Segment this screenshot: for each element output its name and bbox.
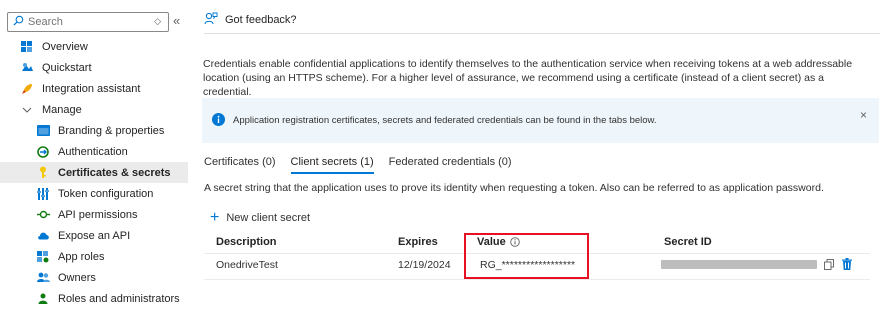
column-header-secret-id[interactable]: Secret ID <box>664 236 712 248</box>
credentials-description: Credentials enable confidential applicat… <box>203 58 853 98</box>
cell-expires: 12/19/2024 <box>398 259 451 271</box>
search-icon <box>13 15 24 29</box>
copy-icon[interactable] <box>824 259 834 273</box>
sidebar-search-box[interactable]: ◇ <box>7 12 169 32</box>
sidebar-item-label: Token configuration <box>58 187 154 200</box>
token-icon <box>36 187 50 201</box>
main-content: Got feedback? Credentials enable confide… <box>188 0 882 312</box>
feedback-label: Got feedback? <box>225 14 297 26</box>
annotation-highlight-box <box>464 233 589 279</box>
sidebar-item-label: Expose an API <box>58 229 131 242</box>
redacted-secret-id <box>661 260 817 269</box>
column-header-description[interactable]: Description <box>216 236 277 248</box>
header-divider <box>204 33 880 34</box>
sidebar-item-label: App roles <box>58 250 105 263</box>
info-banner-text: Application registration certificates, s… <box>233 115 657 126</box>
credential-tabs: Certificates (0) Client secrets (1) Fede… <box>204 156 527 174</box>
sidebar-item-owners[interactable]: Owners <box>0 267 188 288</box>
sidebar-item-authentication[interactable]: Authentication <box>0 141 188 162</box>
cell-description: OnedriveTest <box>216 259 278 271</box>
new-client-secret-button[interactable]: + New client secret <box>210 209 311 226</box>
collapse-sidebar-button[interactable]: « <box>173 14 180 28</box>
app-roles-icon <box>36 250 50 264</box>
sidebar-item-overview[interactable]: Overview <box>0 36 188 57</box>
branding-icon <box>36 124 50 138</box>
sidebar-item-label: API permissions <box>58 208 138 221</box>
owners-icon <box>36 271 50 285</box>
tab-certificates[interactable]: Certificates (0) <box>204 156 276 174</box>
info-icon <box>212 112 225 129</box>
sidebar: ◇ « Overview Quickstart Integration assi… <box>0 0 188 312</box>
search-input[interactable] <box>28 16 148 28</box>
sidebar-item-integration-assistant[interactable]: Integration assistant <box>0 78 188 99</box>
sidebar-item-certificates-secrets[interactable]: Certificates & secrets <box>0 162 188 183</box>
sidebar-item-api-permissions[interactable]: API permissions <box>0 204 188 225</box>
sidebar-item-label: Authentication <box>58 145 128 158</box>
sidebar-item-label: Integration assistant <box>42 82 141 95</box>
sidebar-item-expose-an-api[interactable]: Expose an API <box>0 225 188 246</box>
sidebar-item-label: Branding & properties <box>58 124 165 137</box>
sidebar-item-token-configuration[interactable]: Token configuration <box>0 183 188 204</box>
plus-icon: + <box>210 209 220 226</box>
sidebar-item-branding[interactable]: Branding & properties <box>0 120 188 141</box>
authentication-icon <box>36 145 50 159</box>
sidebar-item-label: Manage <box>42 103 82 116</box>
tab-client-secrets[interactable]: Client secrets (1) <box>290 156 374 174</box>
feedback-link[interactable]: Got feedback? <box>204 12 297 28</box>
sidebar-item-roles-administrators[interactable]: Roles and administrators <box>0 288 188 309</box>
tab-federated-credentials[interactable]: Federated credentials (0) <box>389 156 512 174</box>
sidebar-item-label: Quickstart <box>42 61 92 74</box>
delete-icon[interactable] <box>842 258 852 273</box>
column-header-expires[interactable]: Expires <box>398 236 438 248</box>
overview-icon <box>20 40 34 54</box>
table-row-divider <box>204 279 870 280</box>
client-secret-description: A secret string that the application use… <box>204 182 824 194</box>
close-icon[interactable]: × <box>860 108 867 122</box>
api-permissions-icon <box>36 208 50 222</box>
filter-diamond-icon[interactable]: ◇ <box>154 16 161 27</box>
key-icon <box>36 166 50 180</box>
cloud-icon <box>36 229 50 243</box>
info-banner: Application registration certificates, s… <box>202 98 879 143</box>
sidebar-item-app-roles[interactable]: App roles <box>0 246 188 267</box>
sidebar-item-label: Overview <box>42 40 88 53</box>
quickstart-icon <box>20 61 34 75</box>
rocket-icon <box>20 82 34 96</box>
sidebar-item-label: Certificates & secrets <box>58 166 171 179</box>
sidebar-item-label: Roles and administrators <box>58 292 180 305</box>
sidebar-item-quickstart[interactable]: Quickstart <box>0 57 188 78</box>
sidebar-item-label: Owners <box>58 271 96 284</box>
new-client-secret-label: New client secret <box>226 212 311 224</box>
feedback-icon <box>204 12 218 28</box>
chevron-down-icon <box>20 103 34 117</box>
sidebar-item-manage[interactable]: Manage <box>0 99 188 120</box>
roles-icon <box>36 292 50 306</box>
